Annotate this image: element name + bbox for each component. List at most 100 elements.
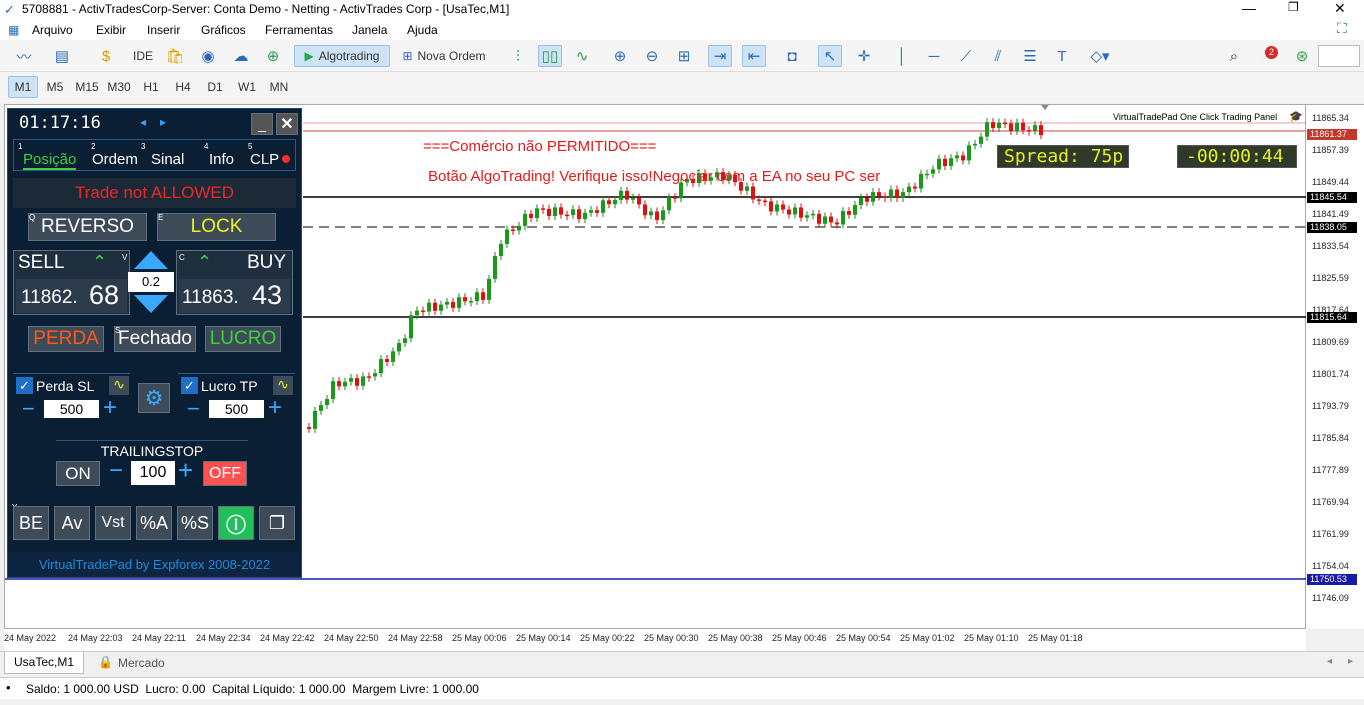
- vertical-line-icon[interactable]: │: [890, 45, 914, 67]
- close-profit-button[interactable]: LUCRO: [205, 326, 281, 352]
- sl-minus-icon[interactable]: −: [22, 396, 35, 422]
- breakeven-button[interactable]: BE: [13, 506, 49, 540]
- percent-s-button[interactable]: %S: [177, 506, 213, 540]
- sl-plus-icon[interactable]: +: [103, 394, 117, 422]
- tp-plus-icon[interactable]: +: [268, 394, 282, 422]
- market-icon[interactable]: ⊕: [261, 45, 285, 67]
- close-all-button[interactable]: Fechado: [114, 326, 196, 352]
- text-icon[interactable]: T: [1050, 45, 1074, 67]
- lot-down-icon[interactable]: [134, 295, 168, 313]
- sl-value-field[interactable]: 500: [44, 400, 99, 418]
- cursor-icon[interactable]: ↖: [818, 45, 842, 67]
- candles-icon[interactable]: ▯▯: [538, 45, 562, 67]
- menu-exibir[interactable]: Exibir: [96, 23, 126, 37]
- grid-icon[interactable]: ⊞: [672, 45, 696, 67]
- horizontal-line-icon[interactable]: ─: [922, 45, 946, 67]
- scroll-left-icon[interactable]: ◂: [1327, 656, 1332, 667]
- trailing-on-button[interactable]: ON: [56, 461, 100, 486]
- lot-up-icon[interactable]: [134, 251, 168, 269]
- tf-m30[interactable]: M30: [104, 76, 134, 98]
- autoscroll-icon[interactable]: ⇥: [708, 45, 732, 67]
- close-panel-button[interactable]: ✕: [276, 113, 298, 135]
- menu-ajuda[interactable]: Ajuda: [407, 23, 438, 37]
- trendline-icon[interactable]: ⟋: [954, 45, 978, 67]
- scroll-right-icon[interactable]: ▸: [1348, 656, 1353, 667]
- virtual-stop-button[interactable]: Vst: [95, 506, 131, 540]
- market-watch-icon[interactable]: ⊛: [1290, 45, 1314, 67]
- screenshot-icon[interactable]: ⛶: [1337, 20, 1347, 37]
- tab-info[interactable]: Info: [209, 151, 234, 168]
- lot-size-field[interactable]: 0.2: [128, 272, 174, 292]
- info-icon[interactable]: ⓘ: [218, 506, 254, 540]
- tp-checkbox[interactable]: ✓: [181, 377, 198, 394]
- trailing-minus-icon[interactable]: −: [109, 457, 123, 485]
- tab-sinal[interactable]: Sinal: [151, 151, 184, 168]
- dollar-icon[interactable]: $: [94, 45, 118, 67]
- next-arrow-icon[interactable]: ▸: [160, 115, 166, 129]
- tab-usatec[interactable]: UsaTec,M1: [4, 652, 84, 674]
- price-scale[interactable]: 11865.34 11857.39 11849.44 11841.49 11833.54…: [1306, 104, 1364, 629]
- channel-icon[interactable]: ⫽: [986, 45, 1010, 67]
- tp-value-field[interactable]: 500: [209, 400, 264, 418]
- trailing-off-button[interactable]: OFF: [203, 461, 247, 486]
- tp-mode-icon[interactable]: ∿: [273, 376, 293, 395]
- line-chart-icon[interactable]: 〰: [12, 45, 36, 67]
- sell-button[interactable]: SELL ⌃ V 11862. 68: [13, 250, 130, 315]
- settings-gear-icon[interactable]: ⚙: [138, 383, 170, 413]
- close-icon[interactable]: ✕: [1334, 0, 1346, 17]
- tf-mn[interactable]: MN: [264, 76, 294, 98]
- chart-shift-icon[interactable]: ⇤: [742, 45, 766, 67]
- ide-button[interactable]: IDE: [129, 45, 157, 67]
- close-loss-button[interactable]: PERDA: [28, 326, 104, 352]
- zoom-in-icon[interactable]: ⊕: [608, 45, 632, 67]
- crosshair-icon[interactable]: ✛: [852, 45, 876, 67]
- menu-ferramentas[interactable]: Ferramentas: [265, 23, 333, 37]
- minimize-icon[interactable]: —: [1242, 0, 1256, 16]
- line-icon[interactable]: ∿: [570, 45, 594, 67]
- search-icon[interactable]: ⌕: [1222, 45, 1246, 67]
- menu-graficos[interactable]: Gráficos: [201, 23, 246, 37]
- menu-arquivo[interactable]: Arquivo: [32, 23, 73, 37]
- percent-a-button[interactable]: %A: [136, 506, 172, 540]
- sl-checkbox[interactable]: ✓: [16, 377, 33, 394]
- shapes-icon[interactable]: ◇▾: [1082, 45, 1118, 67]
- tf-h4[interactable]: H4: [168, 76, 198, 98]
- tf-w1[interactable]: W1: [232, 76, 262, 98]
- trailing-value-field[interactable]: 100: [131, 461, 175, 485]
- tf-m15[interactable]: M15: [72, 76, 102, 98]
- sl-mode-icon[interactable]: ∿: [109, 376, 129, 395]
- tab-clp[interactable]: CLP: [250, 151, 279, 168]
- vps-icon[interactable]: ☁: [229, 45, 253, 67]
- screenshot-camera-icon[interactable]: ◘: [780, 45, 804, 67]
- tab-posicao[interactable]: Posição: [23, 151, 77, 170]
- buy-button[interactable]: C ⌃ BUY 11863. 43: [176, 250, 293, 315]
- tf-h1[interactable]: H1: [136, 76, 166, 98]
- signals-icon[interactable]: ◉: [196, 45, 220, 67]
- windows-icon[interactable]: ❐: [259, 506, 295, 540]
- toolbar-search-field[interactable]: [1318, 45, 1360, 67]
- tab-ordem[interactable]: Ordem: [92, 151, 138, 168]
- lock-button[interactable]: LOCK: [157, 213, 276, 241]
- minimize-panel-button[interactable]: _: [251, 113, 273, 135]
- new-order-button[interactable]: ⊞ Nova Ordem: [398, 45, 490, 67]
- candle-body: [349, 378, 353, 382]
- trailing-plus-icon[interactable]: +: [178, 455, 193, 486]
- chart-templates-icon[interactable]: ▤: [50, 45, 74, 67]
- bag-icon[interactable]: 🛍: [163, 45, 187, 67]
- menu-janela[interactable]: Janela: [352, 23, 387, 37]
- fibonacci-icon[interactable]: ☰: [1018, 45, 1042, 67]
- average-button[interactable]: Av: [54, 506, 90, 540]
- algotrading-button[interactable]: ▶ Algotrading: [294, 45, 390, 67]
- bars-icon[interactable]: ⫶: [506, 45, 530, 67]
- reverse-button[interactable]: REVERSO: [28, 213, 147, 241]
- tab-mercado[interactable]: Mercado: [118, 656, 165, 670]
- tp-minus-icon[interactable]: −: [187, 396, 200, 422]
- restore-icon[interactable]: ❐: [1288, 0, 1299, 14]
- tf-m1[interactable]: M1: [8, 76, 38, 98]
- tf-m5[interactable]: M5: [40, 76, 70, 98]
- tf-d1[interactable]: D1: [200, 76, 230, 98]
- zoom-out-icon[interactable]: ⊖: [640, 45, 664, 67]
- menu-inserir[interactable]: Inserir: [147, 23, 180, 37]
- app-menu-icon[interactable]: ▦: [8, 23, 19, 37]
- prev-arrow-icon[interactable]: ◂: [140, 115, 146, 129]
